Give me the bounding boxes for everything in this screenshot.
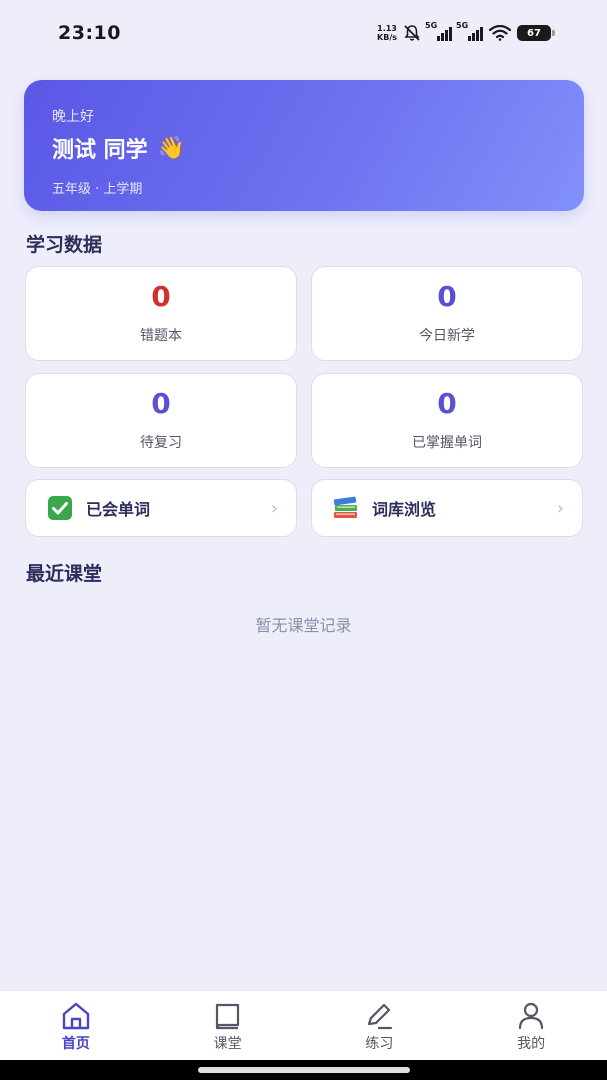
recent-classes-title: 最近课堂 — [26, 563, 103, 585]
stat-card-today-new[interactable]: 0 今日新学 — [311, 266, 583, 361]
wifi-icon — [489, 25, 511, 41]
stat-value: 0 — [437, 279, 457, 313]
signal-type-2: 5G — [456, 21, 469, 30]
signal-5g-icon-1: 5G — [425, 21, 452, 41]
greeting-card: 晚上好 测试 同学 👋 五年级 · 上学期 — [24, 80, 584, 211]
student-name: 测试 同学 — [52, 138, 148, 163]
bottom-nav: 首页 课堂 练习 我的 — [0, 990, 607, 1060]
grade-term: 五年级 · 上学期 — [52, 182, 143, 197]
nav-label: 首页 — [61, 1036, 90, 1052]
bell-muted-icon — [404, 25, 420, 41]
nav-classroom[interactable]: 课堂 — [152, 991, 304, 1060]
stat-value: 0 — [151, 279, 171, 313]
nav-label: 课堂 — [213, 1036, 242, 1052]
signal-type-1: 5G — [425, 21, 438, 30]
known-words-label: 已会单词 — [86, 500, 151, 519]
home-indicator[interactable] — [198, 1067, 410, 1073]
study-data-title: 学习数据 — [26, 234, 103, 256]
waving-hand-icon: 👋 — [157, 135, 186, 161]
signal-5g-icon-2: 5G — [456, 21, 483, 41]
nav-home[interactable]: 首页 — [0, 991, 152, 1060]
empty-state-text: 暂无课堂记录 — [255, 616, 352, 635]
network-speed-value: 1.13 — [377, 24, 397, 33]
network-speed-unit: KB/s — [377, 33, 397, 42]
battery-icon: 67 — [517, 25, 555, 41]
nav-practice[interactable]: 练习 — [304, 991, 456, 1060]
book-icon — [215, 1003, 239, 1030]
stat-label: 错题本 — [140, 327, 182, 344]
network-speed: 1.13 KB/s — [377, 24, 397, 42]
stat-card-mastered-words[interactable]: 0 已掌握单词 — [311, 373, 583, 468]
stat-card-wrong-questions[interactable]: 0 错题本 — [25, 266, 297, 361]
stat-label: 今日新学 — [419, 327, 475, 344]
chevron-right-icon: › — [270, 497, 278, 519]
status-icons: 1.13 KB/s 5G 5G 67 — [377, 21, 555, 42]
word-library-button[interactable]: 词库浏览 › — [311, 479, 583, 537]
student-name-row: 测试 同学 👋 — [52, 132, 556, 164]
stat-card-to-review[interactable]: 0 待复习 — [25, 373, 297, 468]
chevron-right-icon: › — [556, 497, 564, 519]
pen-icon — [368, 1003, 393, 1030]
known-words-button[interactable]: 已会单词 › — [25, 479, 297, 537]
gesture-bar — [0, 1060, 607, 1080]
word-library-label: 词库浏览 — [372, 500, 437, 519]
user-icon — [519, 1002, 544, 1030]
nav-profile[interactable]: 我的 — [455, 991, 607, 1060]
check-icon — [46, 494, 74, 522]
status-time: 23:10 — [58, 22, 121, 44]
status-bar: 23:10 1.13 KB/s 5G 5G 67 — [0, 0, 607, 66]
stat-label: 待复习 — [140, 434, 182, 451]
nav-label: 练习 — [365, 1036, 394, 1052]
home-icon — [62, 1002, 90, 1030]
greeting-text: 晚上好 — [52, 109, 94, 125]
nav-label: 我的 — [517, 1036, 546, 1052]
stat-label: 已掌握单词 — [412, 434, 482, 451]
stat-value: 0 — [437, 386, 457, 420]
books-icon — [332, 494, 360, 522]
battery-level: 67 — [527, 27, 541, 39]
stat-value: 0 — [151, 386, 171, 420]
